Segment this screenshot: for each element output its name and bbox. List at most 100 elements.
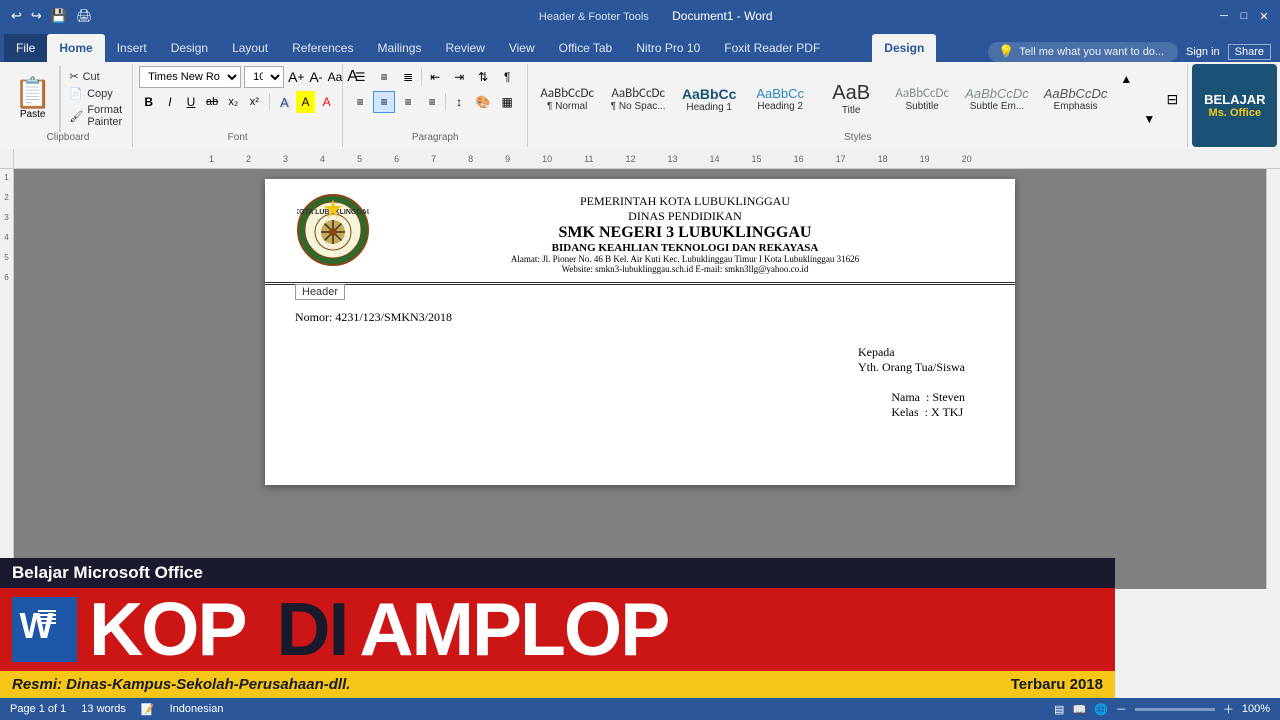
save-btn[interactable]: 💾: [48, 8, 70, 24]
increase-font-btn[interactable]: A+: [287, 66, 305, 88]
ribbon-tabs: File Home Insert Design Layout Reference…: [0, 32, 1280, 62]
header-label-tag: Header: [295, 284, 345, 300]
copy-button[interactable]: 📄 Copy: [65, 85, 126, 102]
numbering-btn[interactable]: ≡: [373, 66, 395, 88]
style-subtitle[interactable]: AaBbCcDc Subtitle: [887, 83, 957, 115]
style-heading1[interactable]: AaBbCc Heading 1: [674, 83, 744, 116]
maximize-btn[interactable]: □: [1236, 8, 1252, 24]
print-btn[interactable]: 🖨: [73, 8, 96, 24]
tell-me-input[interactable]: 💡 Tell me what you want to do...: [988, 42, 1178, 62]
italic-btn[interactable]: I: [160, 91, 179, 113]
show-formatting-btn[interactable]: ¶: [496, 66, 518, 88]
page-indicator: Page 1 of 1: [10, 703, 66, 715]
kelas-value: : X TKJ: [925, 405, 963, 419]
font-size-select[interactable]: 10: [244, 66, 284, 88]
font-family-select[interactable]: Times New Ro: [139, 66, 241, 88]
format-painter-button[interactable]: 🖌 Format Painter: [65, 102, 126, 130]
view-reading-icon[interactable]: 📖: [1072, 703, 1086, 716]
bullets-btn[interactable]: ☰: [349, 66, 371, 88]
close-btn[interactable]: ✕: [1256, 8, 1272, 24]
bold-btn[interactable]: B: [139, 91, 158, 113]
style-normal[interactable]: AaBbCcDc ¶ Normal: [532, 83, 602, 115]
clipboard-group: 📋 Paste ✂ Cut 📄 Copy 🖌 Format Painter Cl…: [4, 64, 133, 147]
styles-scroll-down[interactable]: ▼: [1138, 108, 1160, 130]
sort-btn[interactable]: ⇅: [472, 66, 494, 88]
nomor-field: Nomor: 4231/123/SMKN3/2018: [295, 310, 985, 325]
paste-button[interactable]: 📋 Paste: [6, 66, 60, 132]
subscript-btn[interactable]: x₂: [224, 91, 243, 113]
spell-check-icon: 📝: [141, 703, 155, 716]
strikethrough-btn[interactable]: ab: [203, 91, 222, 113]
decrease-font-btn[interactable]: A-: [308, 66, 323, 88]
multilevel-list-btn[interactable]: ≣: [397, 66, 419, 88]
kop-text: KOP DI AMPLOP: [89, 592, 668, 667]
tab-references[interactable]: References: [280, 34, 365, 62]
style-h1-label: Heading 1: [686, 102, 732, 113]
zoom-out-btn[interactable]: －: [1116, 701, 1127, 717]
status-bar: Page 1 of 1 13 words 📝 Indonesian ▤ 📖 🌐 …: [0, 698, 1280, 720]
borders-btn[interactable]: ▦: [496, 91, 518, 113]
style-normal-sample: AaBbCcDc: [540, 86, 594, 101]
increase-indent-btn[interactable]: ⇥: [448, 66, 470, 88]
text-highlight-color-btn[interactable]: A: [296, 91, 315, 113]
decrease-indent-btn[interactable]: ⇤: [424, 66, 446, 88]
tab-nitro[interactable]: Nitro Pro 10: [624, 34, 712, 62]
tab-review[interactable]: Review: [433, 34, 496, 62]
scrollbar-vertical[interactable]: [1266, 169, 1280, 589]
tab-office[interactable]: Office Tab: [547, 34, 625, 62]
tab-foxit[interactable]: Foxit Reader PDF: [712, 34, 832, 62]
language: Indonesian: [170, 703, 224, 715]
status-right: ▤ 📖 🌐 － ＋ 100%: [1054, 701, 1270, 717]
tab-home[interactable]: Home: [47, 34, 104, 62]
styles-scroll-up[interactable]: ▲: [1115, 68, 1137, 90]
change-case-btn[interactable]: Aa: [327, 66, 344, 88]
header-line2: DINAS PENDIDIKAN: [385, 209, 985, 224]
style-title-sample: AaB: [832, 82, 870, 105]
kepada-label: Kepada: [858, 345, 965, 360]
style-no-space[interactable]: AaBbCcDc ¶ No Spac...: [603, 83, 673, 115]
align-right-btn[interactable]: ≡: [397, 91, 419, 113]
paste-label: Paste: [20, 109, 46, 120]
style-subtle-em[interactable]: AaBbCcDc Subtle Em...: [958, 83, 1036, 115]
tab-design2[interactable]: Design: [872, 34, 936, 62]
align-center-btn[interactable]: ≡: [373, 91, 395, 113]
font-color-btn[interactable]: A: [317, 91, 336, 113]
redo-btn[interactable]: ↪: [28, 8, 45, 24]
document-area: 1 2 3 4 5 6 KOTA LUBUKLINGGAU: [0, 169, 1280, 589]
style-heading2[interactable]: AaBbCc Heading 2: [745, 83, 815, 115]
superscript-btn[interactable]: x²: [245, 91, 264, 113]
underline-btn[interactable]: U: [181, 91, 200, 113]
tab-design[interactable]: Design: [159, 34, 220, 62]
undo-btn[interactable]: ↩: [8, 8, 25, 24]
tab-mailings[interactable]: Mailings: [365, 34, 433, 62]
align-left-btn[interactable]: ≡: [349, 91, 371, 113]
school-crest-svg: KOTA LUBUKLINGGAU: [297, 194, 369, 266]
style-emphasis[interactable]: AaBbCcDc Emphasis: [1037, 83, 1115, 115]
zoom-slider[interactable]: [1135, 708, 1215, 711]
zoom-level: 100%: [1242, 703, 1270, 715]
word-count: 13 words: [81, 703, 126, 715]
text-effects-btn[interactable]: A: [275, 91, 294, 113]
hf-tools-label: Header & Footer Tools: [539, 11, 649, 23]
cut-button[interactable]: ✂ Cut: [65, 68, 126, 85]
view-web-icon[interactable]: 🌐: [1094, 703, 1108, 716]
tab-file[interactable]: File: [4, 34, 47, 62]
styles-more[interactable]: ⊟: [1161, 88, 1183, 110]
tab-view[interactable]: View: [497, 34, 547, 62]
title-bar-title: Header & Footer Tools Document1 - Word: [96, 9, 1216, 23]
zoom-in-btn[interactable]: ＋: [1223, 701, 1234, 717]
tab-layout[interactable]: Layout: [220, 34, 280, 62]
minimize-btn[interactable]: ─: [1216, 8, 1232, 24]
status-left: Page 1 of 1 13 words 📝 Indonesian: [10, 703, 223, 716]
shading-btn[interactable]: 🎨: [472, 91, 494, 113]
tab-insert[interactable]: Insert: [105, 34, 159, 62]
font-group: Times New Ro 10 A+ A- Aa A B I U ab x₂ x…: [133, 64, 343, 147]
line-spacing-btn[interactable]: ↕: [448, 91, 470, 113]
style-no-space-sample: AaBbCcDc: [611, 86, 665, 101]
doc-body: Nomor: 4231/123/SMKN3/2018 Kepada Yth. O…: [265, 285, 1015, 485]
justify-btn[interactable]: ≡: [421, 91, 443, 113]
view-normal-icon[interactable]: ▤: [1054, 703, 1064, 716]
share-btn[interactable]: Share: [1228, 44, 1271, 60]
style-title[interactable]: AaB Title: [816, 79, 886, 119]
sign-in-btn[interactable]: Sign in: [1186, 46, 1220, 58]
